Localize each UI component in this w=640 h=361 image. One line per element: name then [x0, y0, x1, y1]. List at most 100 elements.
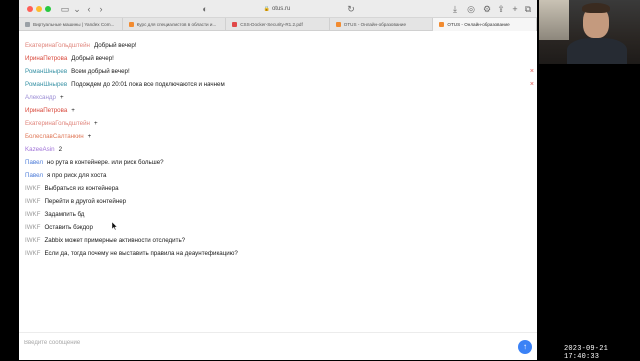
browser-tab-label: Виртуальные машины | Yandex Com... — [33, 22, 115, 27]
translate-icon[interactable]: ⚙ — [481, 3, 493, 15]
browser-window: ▭ ⌄ ‹ › ◐ 🔒 otus.ru ↻ ⤓ ◎ ⚙ ⇪ + ⧉ Виртуал… — [19, 0, 537, 360]
message-text: Задампить бд — [44, 211, 85, 218]
message-text: + — [59, 94, 64, 101]
screen: ▭ ⌄ ‹ › ◐ 🔒 otus.ru ↻ ⤓ ◎ ⚙ ⇪ + ⧉ Виртуал… — [0, 0, 640, 361]
message-text: + — [93, 120, 98, 127]
webcam-feed — [539, 0, 640, 64]
webcam-presenter-body — [567, 38, 627, 64]
tab-bar: Виртуальные машины | Yandex Com... Курс д… — [19, 18, 537, 31]
favicon-icon — [232, 22, 238, 27]
back-arrow-icon[interactable]: ‹ — [83, 3, 95, 15]
message-author[interactable]: РоманШнырев — [25, 68, 67, 75]
chat-message: Павел но рута в контейнере. или риск боль… — [25, 156, 537, 169]
message-author[interactable]: ИринаПетрова — [25, 107, 67, 114]
browser-tab-label: CSS-Docker-Security-R1.2.pdf — [240, 22, 303, 27]
message-author[interactable]: IWKF — [25, 237, 40, 244]
browser-tab-label: OTUS - Онлайн-образование — [343, 22, 407, 27]
message-text: Выбраться из контейнера — [44, 185, 119, 192]
address-bar-url: otus.ru — [271, 6, 291, 12]
sidebar-toggle-icon[interactable]: ▭ — [59, 3, 71, 15]
message-text: 2 — [58, 146, 63, 153]
message-author[interactable]: IWKF — [25, 211, 40, 218]
message-text: но рута в контейнере. или риск больше? — [46, 159, 164, 166]
browser-tab[interactable]: OTUS - Онлайн-образование — [330, 18, 434, 31]
arrow-up-icon: ↑ — [523, 342, 527, 351]
message-text: Если да, тогда почему не выставить прави… — [44, 250, 238, 257]
download-icon[interactable]: ⤓ — [449, 3, 461, 15]
message-author[interactable]: БолеславСалтанкин — [25, 133, 84, 140]
chat-message: ИринаПетрова + — [25, 104, 537, 117]
message-text: Оставить бэкдор — [44, 224, 93, 231]
minimize-window-button[interactable] — [36, 6, 42, 12]
message-author[interactable]: ЕкатеринаГольдштейн — [25, 42, 90, 49]
chat-messages: ЕкатеринаГольдштейн Добрый вечер! ИринаПет… — [19, 32, 537, 330]
recording-timestamp: 2023-09-21 17:40:33 — [564, 345, 609, 361]
chat-message: IWKF Оставить бэкдор — [25, 221, 537, 234]
webcam-presenter-hair — [582, 3, 610, 13]
browser-tab[interactable]: CSS-Docker-Security-R1.2.pdf — [226, 18, 330, 31]
browser-tab-label: Курс для специалистов в области и... — [136, 22, 217, 27]
forward-arrow-icon[interactable]: › — [95, 3, 107, 15]
tab-overview-icon[interactable]: ⧉ — [522, 3, 534, 15]
favicon-icon — [25, 22, 30, 27]
browser-tab[interactable]: Курс для специалистов в области и... — [123, 18, 227, 31]
message-author[interactable]: KazeeAsin — [25, 146, 55, 153]
maximize-window-button[interactable] — [45, 6, 51, 12]
message-author[interactable]: ЕкатеринаГольдштейн — [25, 120, 90, 127]
chat-message: РоманШнырев Всем добрый вечер! × — [25, 65, 537, 78]
chat-message: ИринаПетрова Добрый вечер! — [25, 52, 537, 65]
chat-message: РоманШнырев Подождем до 20:01 пока все по… — [25, 78, 537, 91]
browser-toolbar: ▭ ⌄ ‹ › ◐ 🔒 otus.ru ↻ ⤓ ◎ ⚙ ⇪ + ⧉ — [19, 0, 537, 18]
message-author[interactable]: Павел — [25, 172, 43, 179]
chat-message: БолеславСалтанкин + — [25, 130, 537, 143]
chat-message: IWKF Если да, тогда почему не выставить п… — [25, 247, 537, 260]
delete-message-icon[interactable]: × — [530, 65, 534, 78]
new-tab-icon[interactable]: + — [509, 3, 521, 15]
mouse-cursor-icon — [112, 222, 117, 230]
chat-message: IWKF Задампить бд — [25, 208, 537, 221]
message-author[interactable]: РоманШнырев — [25, 81, 67, 88]
message-text: Всем добрый вечер! — [71, 68, 130, 75]
chat-message: IWKF Перейти в другой контейнер — [25, 195, 537, 208]
message-text: Перейти в другой контейнер — [44, 198, 127, 205]
message-author[interactable]: ИринаПетрова — [25, 55, 67, 62]
browser-tab-label: OTUS - Онлайн-образование — [447, 22, 510, 27]
address-bar[interactable]: 🔒 otus.ru — [227, 4, 327, 14]
message-author[interactable]: Александр — [25, 94, 56, 101]
message-author[interactable]: IWKF — [25, 250, 40, 257]
message-text: Добрый вечер! — [93, 42, 137, 49]
extension-icon[interactable]: ◎ — [465, 3, 477, 15]
message-text: Подождем до 20:01 пока все подключаются … — [71, 81, 225, 88]
chat-message: IWKF Zabbix может примерные активности от… — [25, 234, 537, 247]
reload-icon[interactable]: ↻ — [345, 3, 357, 15]
message-text: + — [87, 133, 92, 140]
message-input[interactable] — [24, 336, 504, 350]
delete-message-icon[interactable]: × — [530, 78, 534, 91]
favicon-icon — [335, 22, 341, 27]
browser-tab[interactable]: OTUS - Онлайн-образование — [433, 18, 537, 31]
chevron-down-icon[interactable]: ⌄ — [71, 3, 83, 15]
chat-message: Александр + — [25, 91, 537, 104]
message-text: Добрый вечер! — [71, 55, 114, 62]
chat-message: KazeeAsin 2 — [25, 143, 537, 156]
chat-message: ЕкатеринаГольдштейн + — [25, 117, 537, 130]
message-text: Zabbix может примерные активности отслед… — [44, 237, 186, 244]
browser-tab[interactable]: Виртуальные машины | Yandex Com... — [19, 18, 123, 31]
share-icon[interactable]: ⇪ — [495, 3, 507, 15]
message-text: я про риск для хоста — [46, 172, 107, 179]
message-author[interactable]: IWKF — [25, 185, 40, 192]
send-button[interactable]: ↑ — [518, 340, 532, 354]
message-author[interactable]: IWKF — [25, 224, 40, 231]
lock-icon: 🔒 — [263, 6, 270, 12]
message-text: + — [71, 107, 75, 114]
message-author[interactable]: IWKF — [25, 198, 40, 205]
message-author[interactable]: Павел — [25, 159, 43, 166]
chat-message: IWKF Выбраться из контейнера — [25, 182, 537, 195]
chat-message: Павел я про риск для хоста — [25, 169, 537, 182]
shield-icon[interactable]: ◐ — [199, 3, 211, 15]
message-composer: ↑ — [19, 332, 537, 360]
favicon-icon — [128, 22, 134, 27]
close-window-button[interactable] — [27, 6, 33, 12]
chat-message: ЕкатеринаГольдштейн Добрый вечер! — [25, 39, 537, 52]
favicon-icon — [439, 22, 445, 27]
